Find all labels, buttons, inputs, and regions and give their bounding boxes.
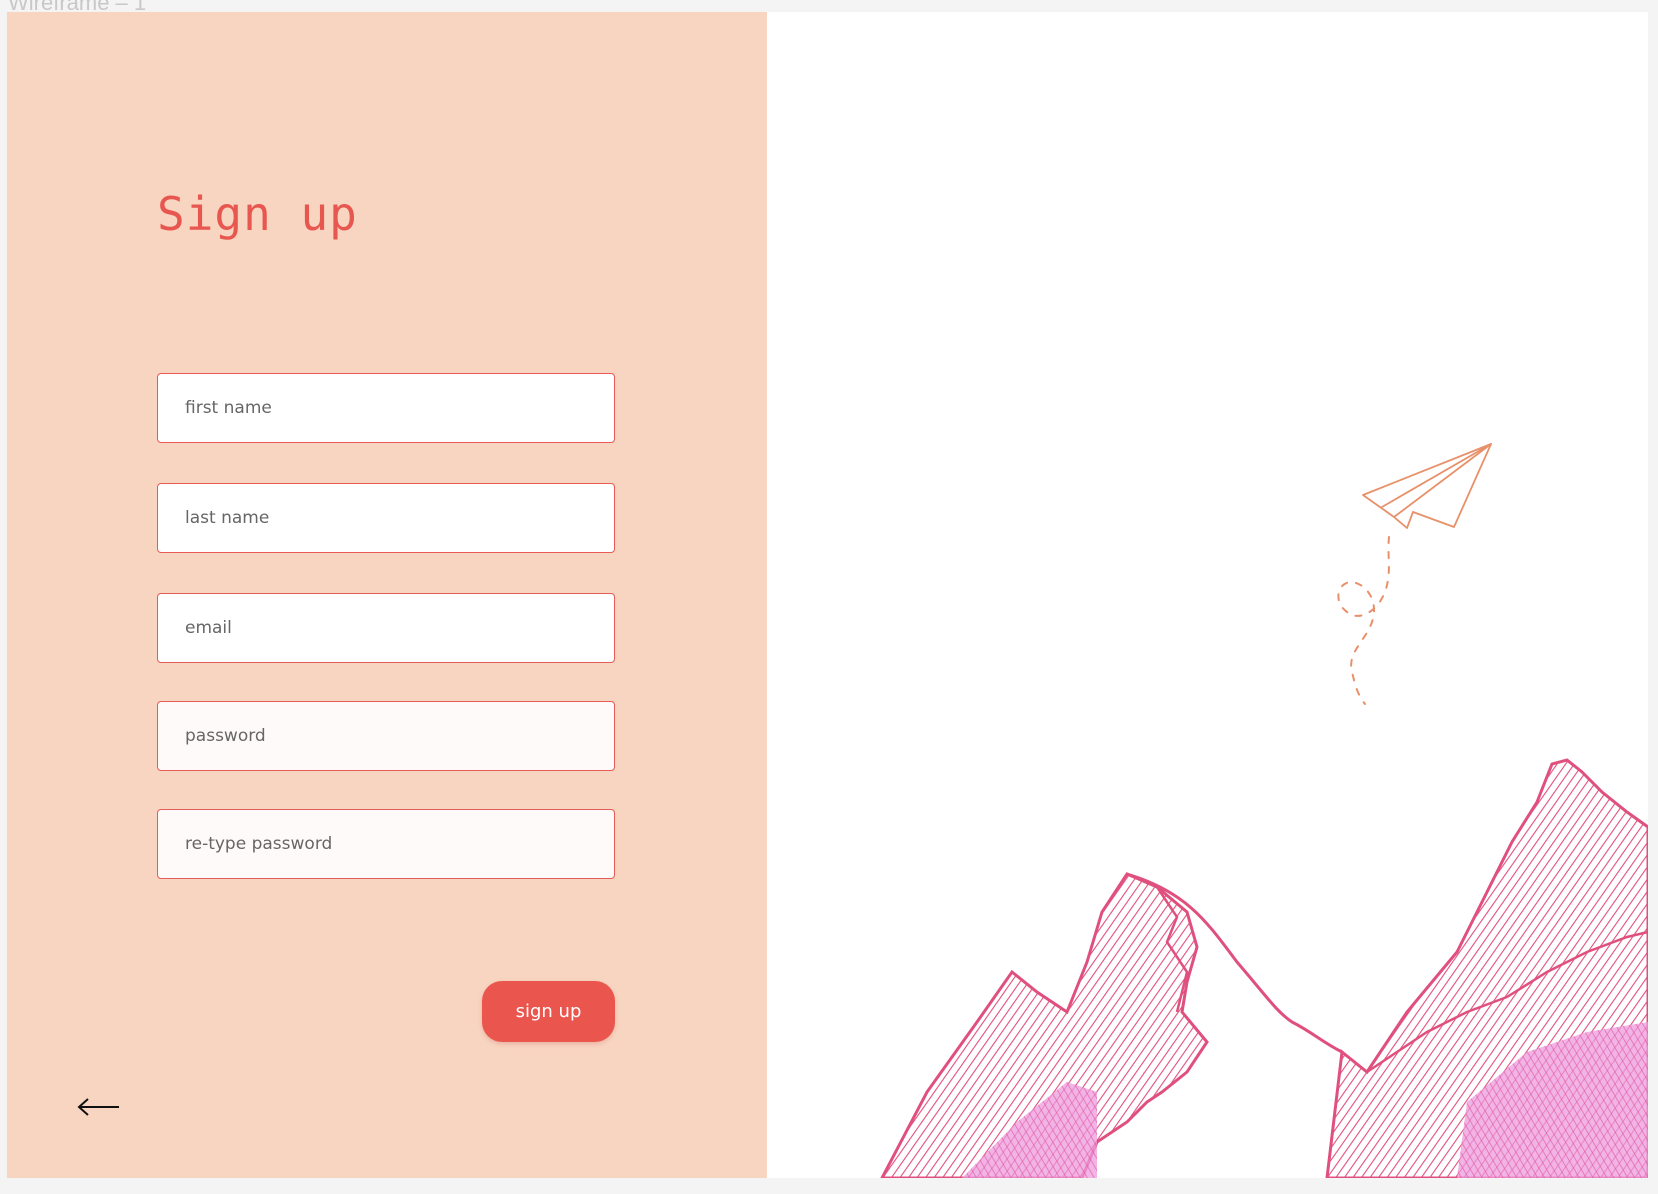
mountains-illustration [880, 758, 1648, 1178]
arrow-left-icon[interactable] [75, 1092, 123, 1122]
illustration-panel [767, 12, 1648, 1178]
paper-plane-icon [1337, 443, 1492, 705]
retype-password-field[interactable] [157, 809, 615, 879]
first-name-field[interactable] [157, 373, 615, 443]
page-title: Sign up [157, 187, 358, 241]
signup-panel: Sign up sign up [7, 12, 767, 1178]
signup-screen: Sign up sign up [7, 12, 1648, 1178]
sign-up-button[interactable]: sign up [482, 981, 615, 1042]
last-name-field[interactable] [157, 483, 615, 553]
email-field[interactable] [157, 593, 615, 663]
illustration [880, 443, 1648, 1178]
password-field[interactable] [157, 701, 615, 771]
